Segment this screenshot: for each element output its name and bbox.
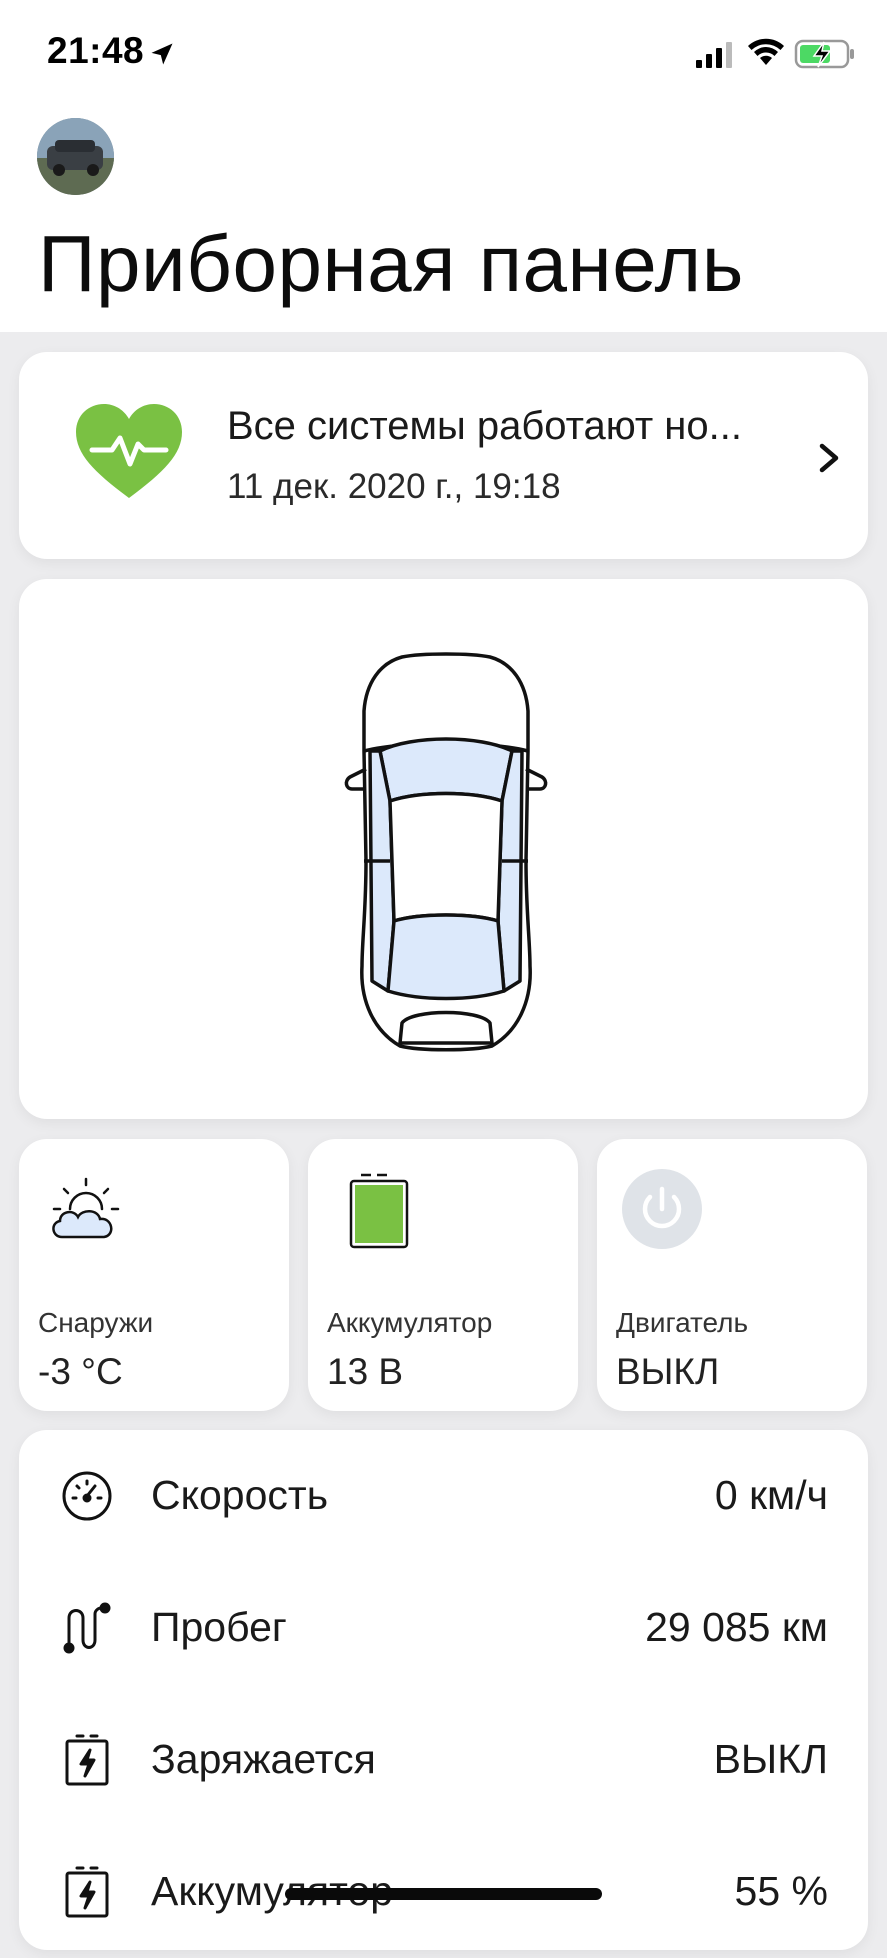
heart-pulse-icon	[76, 404, 182, 498]
stat-row-speed[interactable]: Скорость 0 км/ч	[19, 1430, 868, 1562]
health-status-title: Все системы работают но...	[227, 404, 742, 448]
engine-value: ВЫКЛ	[616, 1351, 720, 1392]
stat-label: Пробег	[151, 1604, 287, 1650]
car-overview-card[interactable]	[19, 579, 868, 1119]
route-icon	[63, 1602, 111, 1654]
stat-label: Скорость	[151, 1472, 329, 1518]
outside-value: -3 °C	[38, 1351, 123, 1392]
battery-voltage-tile[interactable]: Аккумулятор 13 В	[308, 1139, 578, 1411]
outside-label: Снаружи	[38, 1307, 154, 1338]
chevron-right-icon	[819, 443, 839, 473]
stat-row-charging[interactable]: Заряжается ВЫКЛ	[19, 1694, 868, 1826]
wifi-icon	[748, 38, 784, 65]
stat-value: 55 %	[734, 1868, 828, 1914]
health-status-date: 11 дек. 2020 г., 19:18	[227, 467, 561, 506]
charging-icon	[65, 1734, 109, 1786]
stat-value: ВЫКЛ	[713, 1736, 828, 1782]
status-bar: 21:48	[0, 0, 887, 110]
car-top-view-icon	[344, 652, 548, 1052]
page-title: Приборная панель	[38, 219, 744, 308]
cellular-signal-icon	[696, 42, 732, 68]
engine-label: Двигатель	[616, 1307, 749, 1338]
engine-status-tile[interactable]: Двигатель ВЫКЛ	[597, 1139, 867, 1411]
health-status-card[interactable]: Все системы работают но... 11 дек. 2020 …	[19, 352, 868, 559]
header: 21:48 Приборная панель	[0, 0, 887, 332]
power-icon	[622, 1169, 702, 1249]
home-indicator[interactable]	[285, 1888, 602, 1900]
stat-label: Заряжается	[151, 1736, 376, 1782]
avatar-image	[37, 118, 114, 195]
avatar[interactable]	[37, 118, 114, 195]
battery-label: Аккумулятор	[327, 1307, 493, 1338]
stat-row-mileage[interactable]: Пробег 29 085 км	[19, 1562, 868, 1694]
outside-temperature-tile[interactable]: Снаружи -3 °C	[19, 1139, 289, 1411]
battery-value: 13 В	[327, 1351, 404, 1392]
battery-status-icon	[794, 39, 854, 69]
battery-icon	[349, 1173, 409, 1249]
status-time: 21:48	[47, 30, 145, 71]
speedometer-icon	[62, 1471, 112, 1521]
stat-value: 0 км/ч	[714, 1472, 828, 1518]
vehicle-stats-card: Скорость 0 км/ч Пробег 29 085 км Заряжае…	[19, 1430, 868, 1950]
location-arrow-icon	[151, 43, 173, 65]
battery-level-icon	[65, 1866, 109, 1918]
weather-partly-cloudy-icon	[52, 1177, 120, 1239]
stat-value: 29 085 км	[645, 1604, 828, 1650]
